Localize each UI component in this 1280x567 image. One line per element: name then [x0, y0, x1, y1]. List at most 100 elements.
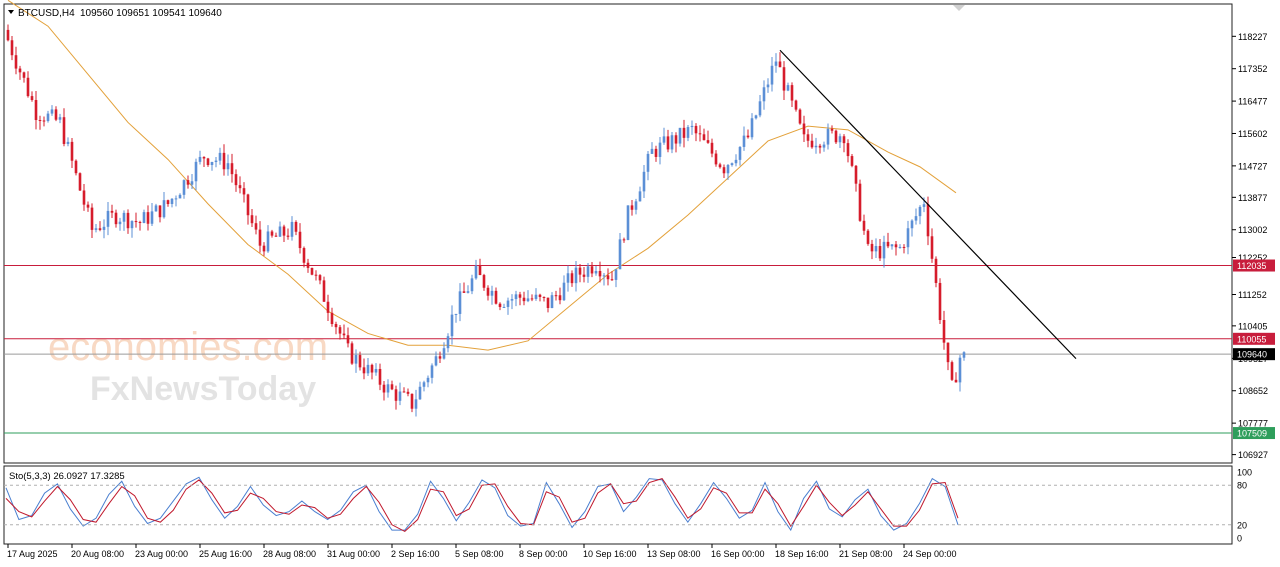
stoch-tick-label: 0: [1237, 534, 1242, 544]
candle-body: [190, 181, 194, 185]
candle-body: [238, 185, 242, 189]
candle-body: [902, 246, 906, 248]
candle-body: [506, 300, 510, 307]
candle-body: [438, 356, 442, 359]
candle-body: [14, 55, 18, 69]
candle-body: [762, 87, 766, 102]
candle-body: [526, 298, 530, 302]
candle-body: [102, 226, 106, 230]
time-tick-label: 13 Sep 08:00: [647, 549, 701, 559]
candle-body: [614, 269, 618, 280]
candle-body: [158, 205, 162, 218]
price-tick-label: 117352: [1238, 64, 1267, 74]
candle-body: [794, 100, 798, 110]
candle-body: [386, 384, 390, 393]
candle-body: [470, 278, 474, 292]
candle-body: [662, 136, 666, 143]
candle-body: [746, 135, 750, 138]
candle-body: [330, 312, 334, 325]
candle-body: [706, 140, 710, 143]
candle-body: [434, 356, 438, 366]
candle-body: [174, 198, 178, 200]
candle-body: [498, 303, 502, 307]
candle-body: [66, 141, 70, 144]
candle-body: [846, 143, 850, 157]
candle-body: [674, 135, 678, 144]
candle-body: [422, 382, 426, 387]
candle-body: [758, 101, 762, 116]
candle-body: [590, 266, 594, 274]
candle-body: [162, 200, 166, 218]
time-tick-label: 23 Aug 00:00: [135, 549, 188, 559]
candle-body: [770, 65, 774, 85]
candle-body: [334, 324, 338, 328]
candle-body: [318, 275, 322, 281]
candle-body: [550, 295, 554, 308]
candle-body: [258, 229, 262, 246]
candle-body: [910, 220, 914, 229]
candle-body: [678, 127, 682, 144]
candle-body: [726, 165, 730, 174]
candle-body: [554, 295, 558, 297]
candle-body: [538, 294, 542, 297]
candle-body: [354, 355, 358, 364]
candle-body: [38, 120, 42, 122]
candle-body: [566, 273, 570, 283]
candle-body: [830, 128, 834, 131]
candle-body: [810, 140, 814, 148]
candle-body: [874, 246, 878, 252]
candle-body: [766, 84, 770, 88]
candle-body: [366, 364, 370, 374]
candle-body: [310, 267, 314, 275]
candle-body: [934, 258, 938, 283]
candle-body: [730, 163, 734, 166]
candle-body: [414, 399, 418, 409]
time-tick-label: 21 Sep 08:00: [839, 549, 893, 559]
candle-body: [962, 352, 966, 358]
candle-body: [234, 174, 238, 186]
candle-body: [850, 156, 854, 166]
candle-body: [786, 85, 790, 91]
candle-body: [490, 290, 494, 296]
candle-body: [862, 220, 866, 231]
time-tick-label: 10 Sep 16:00: [583, 549, 637, 559]
stochastic-panel[interactable]: [3, 465, 1233, 545]
candle-body: [26, 77, 30, 97]
candle-body: [306, 262, 310, 268]
candle-body: [326, 301, 330, 313]
candle-body: [34, 100, 38, 121]
price-tick-label: 113877: [1238, 193, 1267, 203]
time-tick-label: 2 Sep 16:00: [391, 549, 440, 559]
candle-body: [694, 125, 698, 134]
candle-body: [854, 165, 858, 184]
candle-body: [394, 389, 398, 401]
time-tick-label: 24 Sep 00:00: [903, 549, 957, 559]
candle-body: [194, 161, 198, 182]
candle-body: [790, 85, 794, 101]
candle-body: [574, 267, 578, 284]
candle-body: [510, 299, 514, 301]
candle-body: [802, 123, 806, 135]
candle-body: [950, 362, 954, 380]
candle-body: [518, 294, 522, 298]
candle-body: [610, 279, 614, 281]
watermark-fxnewstoday: FxNewsToday: [90, 370, 316, 408]
candle-body: [450, 314, 454, 337]
candle-body: [114, 212, 118, 225]
candle-body: [494, 290, 498, 304]
candle-body: [262, 245, 266, 252]
candle-body: [442, 348, 446, 359]
candle-body: [642, 171, 646, 192]
price-tick-label: 106927: [1238, 450, 1268, 460]
candle-body: [634, 201, 638, 210]
time-tick-label: 28 Aug 08:00: [263, 549, 316, 559]
candle-body: [922, 204, 926, 207]
candle-body: [958, 357, 962, 383]
time-tick-label: 17 Aug 2025: [7, 549, 58, 559]
candle-body: [702, 134, 706, 141]
candle-body: [142, 212, 146, 223]
candle-body: [618, 239, 622, 270]
candle-body: [6, 29, 10, 41]
candle-body: [74, 160, 78, 174]
candle-body: [398, 391, 402, 401]
